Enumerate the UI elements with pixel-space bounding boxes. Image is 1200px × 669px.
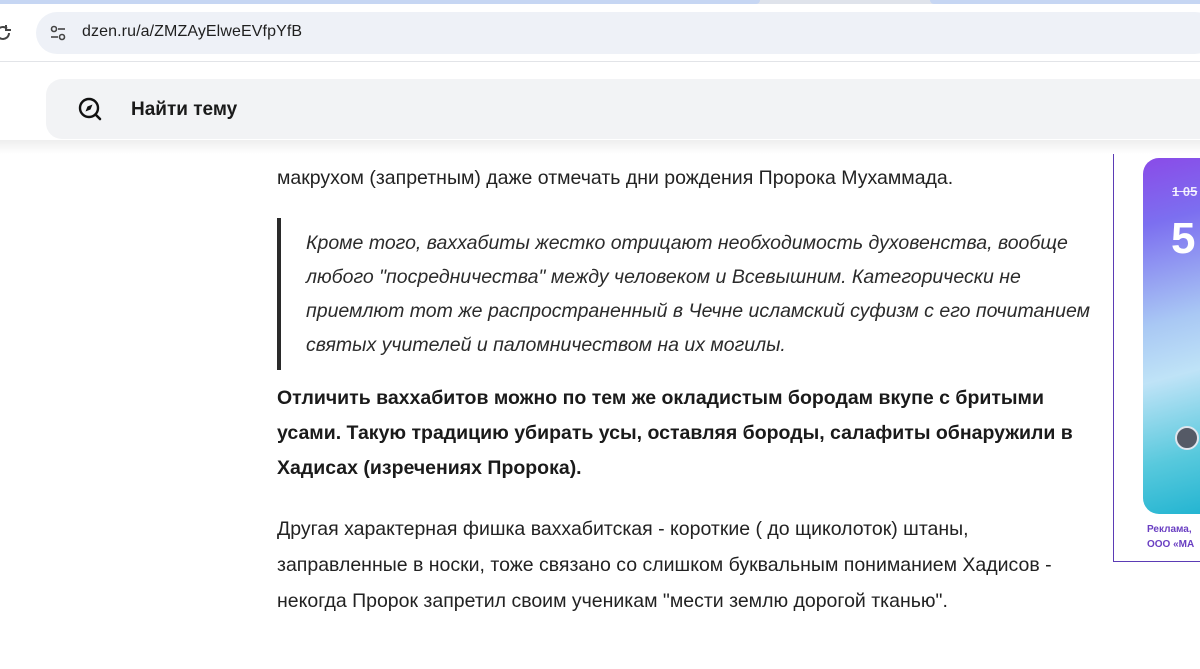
ad-headline: 5 [1171, 214, 1196, 263]
ad-advertiser[interactable]: ООО «МА [1147, 539, 1194, 550]
site-info-icon[interactable] [48, 23, 68, 43]
quote-text: Кроме того, ваххабиты жестко отрицают не… [306, 232, 1090, 356]
reload-icon[interactable] [0, 22, 14, 44]
article-paragraph: Другая характерная фишка ваххабитская - … [277, 518, 1052, 612]
header-shadow [0, 140, 1200, 154]
browser-toolbar: dzen.ru/a/ZMZAyElweEVfpYfB [0, 4, 1200, 62]
ad-carousel-dot[interactable] [1175, 426, 1199, 450]
ad-old-price: 1 05 [1172, 184, 1198, 199]
ad-label[interactable]: Реклама, [1147, 524, 1192, 535]
search-label[interactable]: Найти тему [131, 99, 237, 121]
topic-search-bar[interactable]: Найти тему [46, 79, 1200, 139]
url-text[interactable]: dzen.ru/a/ZMZAyElweEVfpYfB [82, 23, 302, 41]
address-bar[interactable]: dzen.ru/a/ZMZAyElweEVfpYfB [36, 12, 1200, 54]
search-icon[interactable] [76, 95, 104, 123]
article-paragraph-bold: Отличить ваххабитов можно по тем же окла… [277, 387, 1073, 479]
ad-banner[interactable]: 1 05 5 [1143, 158, 1200, 514]
article-quote: Кроме того, ваххабиты жестко отрицают не… [277, 218, 1107, 370]
article-paragraph: макрухом (запретным) даже отмечать дни р… [277, 167, 954, 189]
